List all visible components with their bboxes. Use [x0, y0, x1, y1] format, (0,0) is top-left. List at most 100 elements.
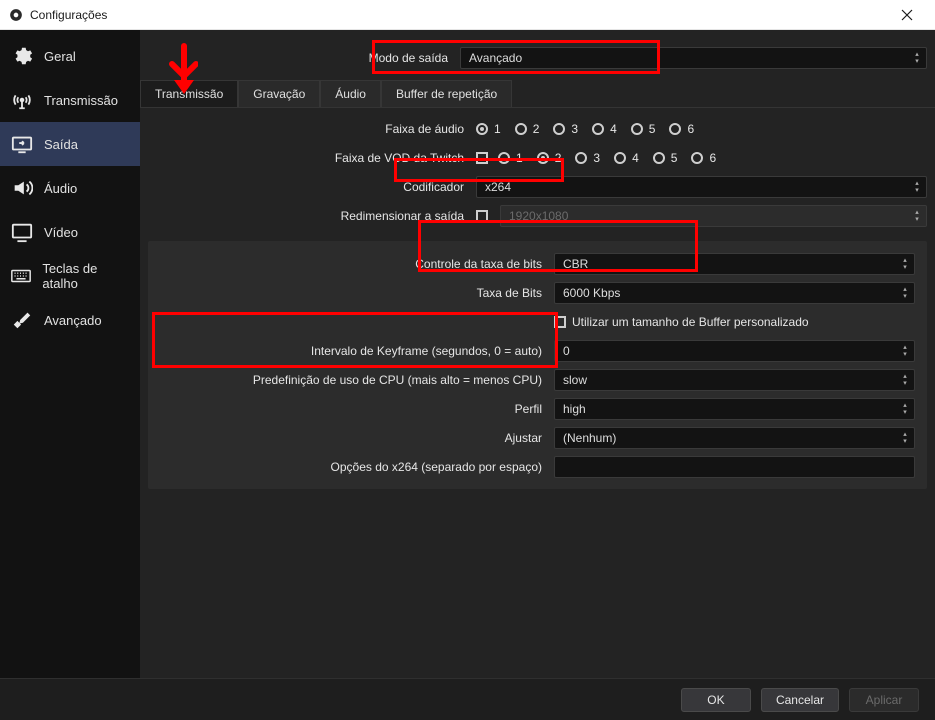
- tools-icon: [10, 308, 34, 332]
- spinner-icon: ▴▾: [910, 179, 924, 195]
- rescale-checkbox[interactable]: [476, 210, 488, 222]
- vod-track-6-radio[interactable]: [691, 152, 703, 164]
- x264opts-input[interactable]: [554, 456, 915, 478]
- radio-label: 4: [632, 151, 639, 165]
- cpu-preset-select[interactable]: slow ▴▾: [554, 369, 915, 391]
- profile-label: Perfil: [148, 402, 554, 416]
- sidebar-item-stream[interactable]: Transmissão: [0, 78, 140, 122]
- vod-track-checkbox[interactable]: [476, 152, 488, 164]
- rescale-select: 1920x1080 ▴▾: [500, 205, 927, 227]
- output-mode-select[interactable]: Avançado ▴▾: [460, 47, 927, 69]
- gear-icon: [10, 44, 34, 68]
- audio-track-1-radio[interactable]: [476, 123, 488, 135]
- tune-value: (Nenhum): [563, 431, 616, 445]
- radio-label: 3: [593, 151, 600, 165]
- sidebar-label: Geral: [44, 49, 76, 64]
- custom-buffer-checkbox[interactable]: [554, 316, 566, 328]
- spinner-icon: ▴▾: [898, 256, 912, 272]
- sidebar-label: Saída: [44, 137, 78, 152]
- audio-track-6-radio[interactable]: [669, 123, 681, 135]
- rate-control-select[interactable]: CBR ▴▾: [554, 253, 915, 275]
- keyframe-input[interactable]: 0 ▴▾: [554, 340, 915, 362]
- tab-label: Buffer de repetição: [396, 87, 497, 101]
- vod-track-3-radio[interactable]: [575, 152, 587, 164]
- cpu-preset-value: slow: [563, 373, 587, 387]
- tab-audio[interactable]: Áudio: [320, 80, 381, 107]
- button-label: Cancelar: [776, 693, 824, 707]
- encoder-select[interactable]: x264 ▴▾: [476, 176, 927, 198]
- rate-control-value: CBR: [563, 257, 588, 271]
- sidebar-label: Avançado: [44, 313, 102, 328]
- output-tabs: Transmissão Gravação Áudio Buffer de rep…: [140, 80, 935, 108]
- custom-buffer-label: Utilizar um tamanho de Buffer personaliz…: [572, 315, 809, 329]
- rescale-value: 1920x1080: [509, 209, 568, 223]
- dialog-button-bar: OK Cancelar Aplicar: [0, 678, 935, 720]
- window-title: Configurações: [30, 8, 887, 22]
- antenna-icon: [10, 88, 34, 112]
- spinner-icon: ▴▾: [898, 401, 912, 417]
- vod-track-4-radio[interactable]: [614, 152, 626, 164]
- sidebar-item-output[interactable]: Saída: [0, 122, 140, 166]
- radio-label: 2: [533, 122, 540, 136]
- tab-replay-buffer[interactable]: Buffer de repetição: [381, 80, 512, 107]
- close-icon[interactable]: [887, 0, 927, 30]
- bitrate-label: Taxa de Bits: [148, 286, 554, 300]
- vod-track-2-radio[interactable]: [537, 152, 549, 164]
- vod-track-1-radio[interactable]: [498, 152, 510, 164]
- encoder-label: Codificador: [140, 180, 476, 194]
- sidebar-item-audio[interactable]: Áudio: [0, 166, 140, 210]
- sidebar-label: Transmissão: [44, 93, 118, 108]
- radio-label: 4: [610, 122, 617, 136]
- tab-streaming[interactable]: Transmissão: [140, 80, 238, 107]
- button-label: Aplicar: [866, 693, 903, 707]
- title-bar: Configurações: [0, 0, 935, 30]
- spinner-icon: ▴▾: [898, 372, 912, 388]
- output-mode-label: Modo de saída: [140, 51, 460, 65]
- vod-track-enable: [476, 152, 488, 164]
- radio-label: 5: [671, 151, 678, 165]
- tab-label: Transmissão: [155, 87, 223, 101]
- output-settings-panel: Modo de saída Avançado ▴▾ Transmissão Gr…: [140, 30, 935, 678]
- sidebar-item-general[interactable]: Geral: [0, 34, 140, 78]
- radio-label: 2: [555, 151, 562, 165]
- x264opts-label: Opções do x264 (separado por espaço): [148, 460, 554, 474]
- sidebar-item-advanced[interactable]: Avançado: [0, 298, 140, 342]
- sidebar-item-video[interactable]: Vídeo: [0, 210, 140, 254]
- spinner-icon: ▴▾: [910, 50, 924, 66]
- sidebar-item-hotkeys[interactable]: Teclas de atalho: [0, 254, 140, 298]
- sidebar-label: Vídeo: [44, 225, 78, 240]
- vod-track-5-radio[interactable]: [653, 152, 665, 164]
- spinner-icon: ▴▾: [898, 430, 912, 446]
- cpu-preset-label: Predefinição de uso de CPU (mais alto = …: [148, 373, 554, 387]
- tune-select[interactable]: (Nenhum) ▴▾: [554, 427, 915, 449]
- audio-track-2-radio[interactable]: [515, 123, 527, 135]
- sidebar-label: Teclas de atalho: [42, 261, 130, 291]
- bitrate-value: 6000 Kbps: [563, 286, 620, 300]
- audio-track-3-radio[interactable]: [553, 123, 565, 135]
- apply-button[interactable]: Aplicar: [849, 688, 919, 712]
- audio-track-4-radio[interactable]: [592, 123, 604, 135]
- radio-label: 5: [649, 122, 656, 136]
- rescale-label: Redimensionar a saída: [140, 209, 476, 223]
- spinner-icon: ▴▾: [910, 208, 924, 224]
- output-mode-value: Avançado: [469, 51, 522, 65]
- spinner-icon: ▴▾: [898, 285, 912, 301]
- keyframe-value: 0: [563, 344, 570, 358]
- ok-button[interactable]: OK: [681, 688, 751, 712]
- keyboard-icon: [10, 264, 32, 288]
- encoder-settings-group: Controle da taxa de bits CBR ▴▾ Taxa de …: [148, 241, 927, 489]
- monitor-out-icon: [10, 132, 34, 156]
- sidebar-label: Áudio: [44, 181, 77, 196]
- tab-recording[interactable]: Gravação: [238, 80, 320, 107]
- vod-track-label: Faixa de VOD da Twitch: [140, 151, 476, 165]
- audio-track-5-radio[interactable]: [631, 123, 643, 135]
- tune-label: Ajustar: [148, 431, 554, 445]
- radio-label: 6: [709, 151, 716, 165]
- tab-label: Áudio: [335, 87, 366, 101]
- keyframe-label: Intervalo de Keyframe (segundos, 0 = aut…: [148, 344, 554, 358]
- bitrate-input[interactable]: 6000 Kbps ▴▾: [554, 282, 915, 304]
- encoder-value: x264: [485, 180, 511, 194]
- cancel-button[interactable]: Cancelar: [761, 688, 839, 712]
- profile-value: high: [563, 402, 586, 416]
- profile-select[interactable]: high ▴▾: [554, 398, 915, 420]
